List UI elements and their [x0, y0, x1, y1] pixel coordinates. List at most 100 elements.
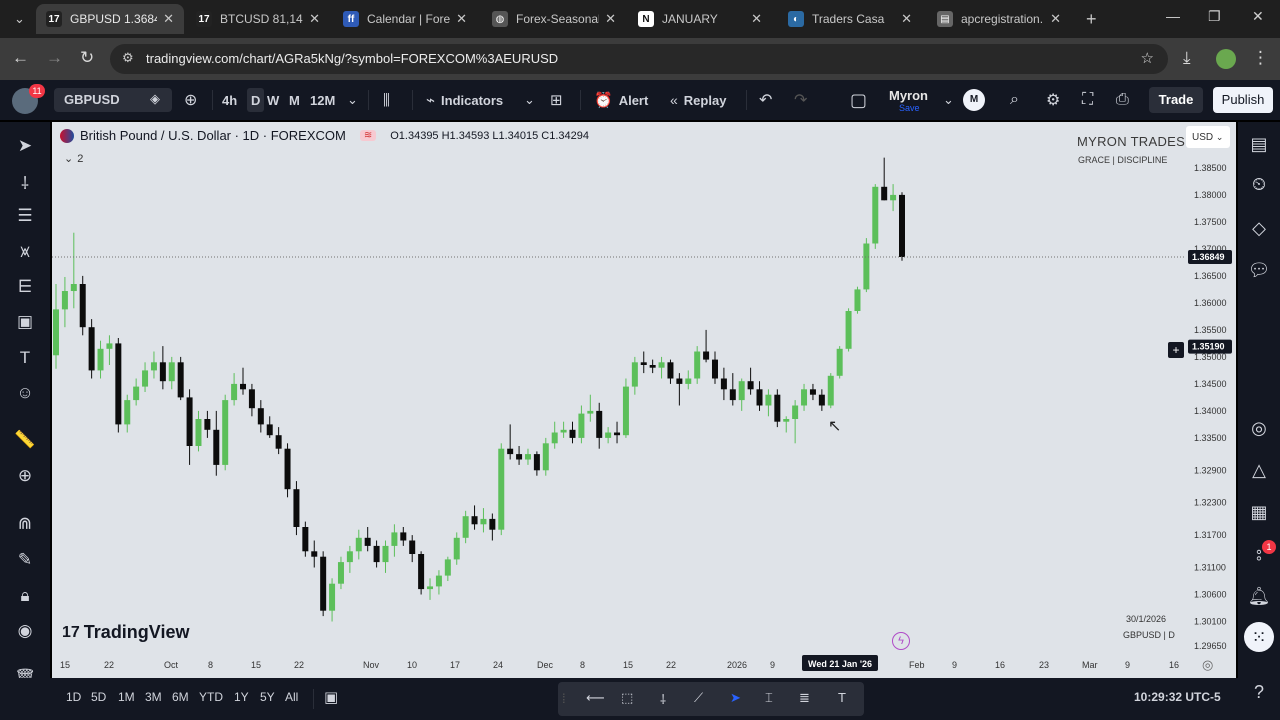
browser-tab[interactable]: 17 GBPUSD 1.3684 ✕	[36, 4, 184, 34]
back-icon[interactable]: ←	[12, 48, 29, 68]
undo-icon[interactable]: ↶	[759, 80, 772, 120]
add-plus-icon[interactable]: +	[1168, 342, 1184, 358]
horizontal-line-icon[interactable]: ⟵	[586, 690, 605, 706]
chart-pane[interactable]: 1.390001.385001.380001.375001.370001.365…	[52, 122, 1236, 678]
crosshair-line-icon[interactable]: ⸸	[0, 171, 50, 194]
goto-date-icon[interactable]: ▣	[324, 688, 338, 706]
layouts-icon[interactable]: ⊞	[550, 80, 563, 120]
currency-selector[interactable]: USD ⌄	[1186, 126, 1230, 148]
range-3m[interactable]: 3M	[145, 690, 162, 704]
url-text[interactable]: tradingview.com/chart/AGRa5kNg/?symbol=F…	[146, 51, 558, 66]
lock-pencil-icon[interactable]: ✎	[0, 550, 50, 570]
indicator-collapse[interactable]: ⌄ 2	[64, 152, 83, 166]
symbol-search[interactable]: GBPUSD ◈	[54, 88, 172, 112]
site-info-icon[interactable]: ⚙	[122, 50, 134, 66]
ruler-icon[interactable]: 📏	[0, 430, 50, 450]
range-1d[interactable]: 1D	[66, 690, 81, 704]
text-icon[interactable]: T	[838, 690, 846, 705]
browser-tab[interactable]: 17 BTCUSD 81,144.0 ✕	[186, 4, 330, 34]
range-5y[interactable]: 5Y	[260, 690, 275, 704]
avatar[interactable]: M	[963, 89, 985, 111]
range-5d[interactable]: 5D	[91, 690, 106, 704]
publish-button[interactable]: Publish	[1213, 87, 1273, 113]
range-1m[interactable]: 1M	[118, 690, 135, 704]
cursor-arrow-icon[interactable]: ➤	[0, 136, 50, 156]
browser-tab[interactable]: ◍ Forex-Seasonal- ✕	[482, 4, 626, 34]
range-1y[interactable]: 1Y	[234, 690, 249, 704]
range-ytd[interactable]: YTD	[199, 690, 223, 704]
bookmark-star-icon[interactable]: ☆	[1141, 49, 1154, 67]
chevron-down-icon[interactable]: ⌄	[524, 80, 535, 120]
compare-symbol-button[interactable]: ⊕	[184, 80, 197, 120]
target-icon[interactable]: ◎	[1238, 418, 1280, 439]
close-icon[interactable]: ✕	[456, 11, 467, 27]
close-window-icon[interactable]: ✕	[1252, 8, 1264, 25]
redo-icon[interactable]: ↷	[794, 80, 807, 120]
browser-tab[interactable]: N JANUARY ✕	[628, 4, 772, 34]
lightning-icon[interactable]: ϟ	[892, 632, 910, 650]
layout-save-status[interactable]: Save	[899, 103, 920, 113]
market-status-icon[interactable]: ≋	[359, 130, 377, 141]
rectangle-icon[interactable]: ▣	[0, 312, 50, 332]
lock-icon[interactable]: 🔒︎	[0, 586, 50, 606]
watchlist-icon[interactable]: ▤	[1238, 134, 1280, 155]
download-icon[interactable]: ⤓	[1183, 48, 1191, 68]
browser-tab[interactable]: ◐ Traders Casa ✕	[778, 4, 922, 34]
emoji-icon[interactable]: ☺	[0, 383, 50, 403]
measure-icon[interactable]: ⌶	[765, 690, 773, 706]
close-icon[interactable]: ✕	[605, 11, 616, 27]
floating-drawing-toolbar[interactable]: ⁞ ⟵ ⬚ ⸸ ⟋ ➤ ⌶ ≣ T	[558, 682, 864, 716]
drag-handle-icon[interactable]: ⁞	[562, 691, 566, 706]
chevron-down-icon[interactable]: ⌄	[943, 80, 954, 120]
rectangle-select-icon[interactable]: ⬚	[621, 690, 633, 706]
fullscreen-frame-icon[interactable]: ▢	[850, 80, 867, 120]
layers-icon[interactable]: ◇	[1238, 218, 1280, 239]
restore-icon[interactable]: ❐	[1208, 8, 1221, 25]
tab-search-dropdown[interactable]: ⌄	[4, 4, 32, 34]
pattern-icon[interactable]: ⩙	[0, 242, 50, 262]
alert-button[interactable]: ⏰ Alert	[594, 80, 648, 120]
interval-12m[interactable]: 12M	[310, 80, 335, 120]
text-tool-icon[interactable]: T	[0, 348, 50, 368]
clock-timezone[interactable]: 10:29:32 UTC-5	[1134, 690, 1221, 704]
interval-w[interactable]: W	[267, 80, 279, 120]
trade-button[interactable]: Trade	[1149, 87, 1203, 113]
ideas-icon[interactable]: △	[1238, 460, 1280, 481]
alerts-clock-icon[interactable]: ⏲	[1238, 174, 1280, 195]
indicators-button[interactable]: ⌁ Indicators	[426, 80, 503, 120]
address-field[interactable]: ⚙ tradingview.com/chart/AGRa5kNg/?symbol…	[110, 44, 1168, 74]
pointer-icon[interactable]: ➤	[730, 690, 741, 706]
chat-icon[interactable]: 💬︎	[1238, 260, 1280, 281]
calendar-icon[interactable]: ▦	[1238, 502, 1280, 523]
browser-tab[interactable]: ff Calendar | Forex ✕	[333, 4, 477, 34]
interval-d[interactable]: D	[247, 88, 265, 112]
candles-type-icon[interactable]: ⫼	[383, 80, 390, 120]
trend-line-icon[interactable]: ⟋	[694, 690, 703, 706]
forward-icon[interactable]: →	[46, 48, 63, 68]
range-6m[interactable]: 6M	[172, 690, 189, 704]
close-icon[interactable]: ✕	[751, 11, 762, 27]
zoom-in-icon[interactable]: ⊕	[0, 466, 50, 486]
help-icon[interactable]: ?	[1238, 682, 1280, 703]
replay-button[interactable]: « Replay	[670, 80, 726, 120]
interval-4h[interactable]: 4h	[222, 80, 237, 120]
chevron-down-icon[interactable]: ⌄	[347, 80, 358, 120]
browser-menu-icon[interactable]: ⋮	[1252, 48, 1269, 68]
chart-legend[interactable]: British Pound / U.S. Dollar · 1D · FOREX…	[60, 128, 589, 143]
minimize-icon[interactable]: —	[1166, 8, 1180, 24]
close-icon[interactable]: ✕	[163, 11, 174, 27]
parallel-channel-icon[interactable]: ≣	[799, 690, 810, 706]
close-icon[interactable]: ✕	[309, 11, 320, 27]
eye-icon[interactable]: ◉	[0, 621, 50, 641]
close-icon[interactable]: ✕	[1050, 11, 1061, 27]
layout-name[interactable]: Myron	[889, 88, 928, 103]
vertical-line-icon[interactable]: ⸸	[660, 690, 666, 708]
settings-gear-icon[interactable]: ⚙	[1046, 80, 1060, 120]
axis-settings-icon[interactable]: ◎	[1202, 657, 1213, 673]
projection-icon[interactable]: ⋿	[0, 277, 50, 297]
magnet-icon[interactable]: ⋒	[0, 514, 50, 534]
close-icon[interactable]: ✕	[901, 11, 912, 27]
fullscreen-icon[interactable]: ⛶	[1082, 80, 1093, 120]
range-all[interactable]: All	[285, 690, 298, 704]
camera-snapshot-icon[interactable]: ⎙	[1116, 80, 1129, 120]
